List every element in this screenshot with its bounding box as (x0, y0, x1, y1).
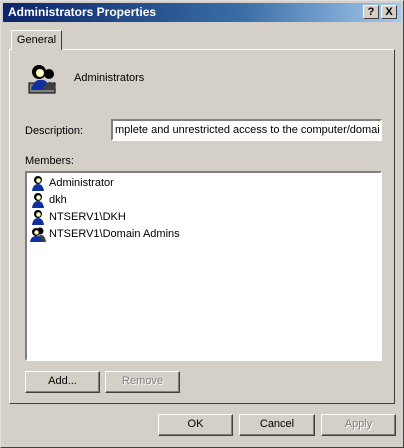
member-name: dkh (49, 193, 67, 206)
group-name: Administrators (74, 72, 145, 84)
list-item[interactable]: dkh (30, 191, 67, 208)
member-name: NTSERV1\DKH (49, 210, 126, 223)
group-icon (30, 227, 46, 242)
cancel-button[interactable]: Cancel (239, 414, 315, 436)
ok-button[interactable]: OK (158, 414, 233, 436)
title-bar[interactable]: Administrators Properties ? X (3, 3, 401, 22)
members-label: Members: (25, 155, 74, 167)
tab-general[interactable]: General (11, 30, 62, 50)
member-name: Administrator (49, 176, 114, 189)
member-name: NTSERV1\Domain Admins (49, 227, 180, 240)
apply-button[interactable]: Apply (321, 414, 396, 436)
user-icon (32, 192, 44, 208)
window-title: Administrators Properties (8, 5, 157, 19)
list-item[interactable]: Administrator (30, 174, 114, 191)
remove-button[interactable]: Remove (105, 371, 180, 393)
description-label: Description: (25, 125, 84, 137)
list-item[interactable]: NTSERV1\Domain Admins (30, 225, 180, 242)
group-icon (28, 65, 56, 94)
add-button[interactable]: Add... (25, 371, 100, 393)
user-icon (32, 209, 44, 225)
help-button[interactable]: ? (363, 5, 379, 19)
list-item[interactable]: NTSERV1\DKH (30, 208, 126, 225)
close-button[interactable]: X (381, 5, 397, 19)
description-input[interactable]: mplete and unrestricted access to the co… (111, 119, 382, 141)
user-icon (32, 175, 44, 191)
members-list[interactable]: Administrator dkh NTSERV1\DKH NTSERV1\Do… (25, 171, 382, 361)
